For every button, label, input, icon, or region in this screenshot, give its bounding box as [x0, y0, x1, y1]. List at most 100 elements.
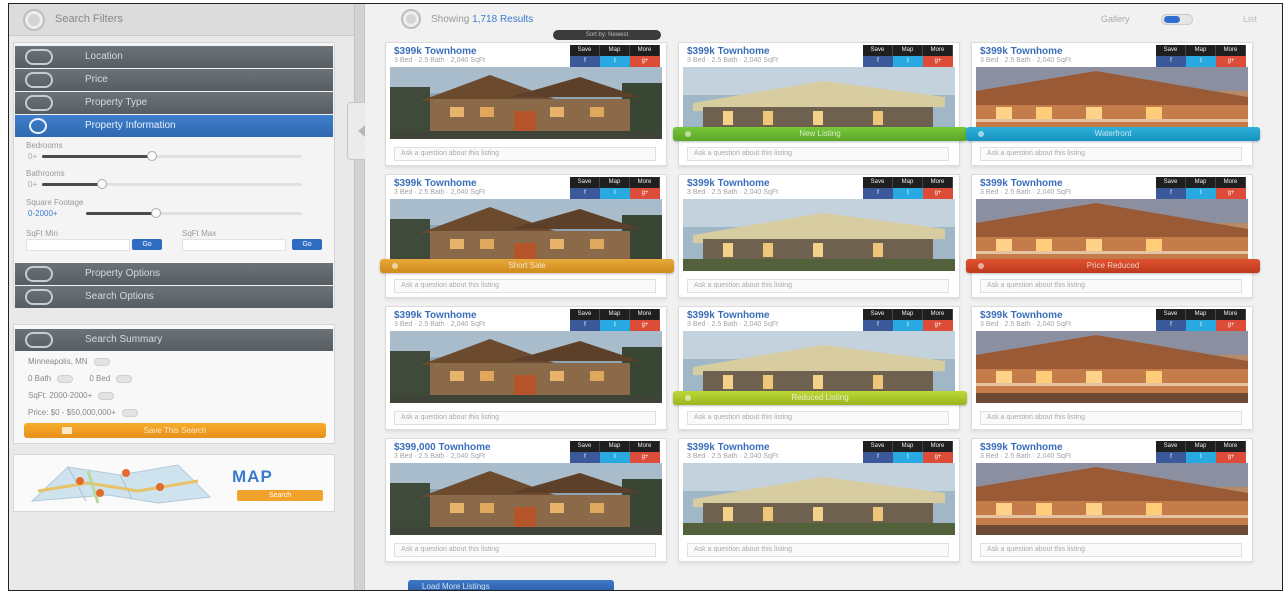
- facebook-share-icon[interactable]: f: [1156, 188, 1186, 199]
- twitter-share-icon[interactable]: t: [600, 452, 630, 463]
- ask-question-input[interactable]: Ask a question about this listing: [980, 279, 1242, 293]
- map-listing-button[interactable]: Map: [1186, 441, 1216, 452]
- save-listing-button[interactable]: Save: [863, 177, 893, 188]
- listing-title[interactable]: $399k Townhome: [980, 310, 1063, 321]
- google-share-icon[interactable]: g+: [630, 320, 660, 331]
- bedrooms-slider-handle[interactable]: [147, 151, 157, 161]
- listing-card[interactable]: $399k Townhome 3 Bed · 2.5 Bath · 2,040 S…: [678, 174, 960, 298]
- panel-splitter[interactable]: [354, 4, 365, 590]
- ask-question-input[interactable]: Ask a question about this listing: [687, 279, 949, 293]
- map-listing-button[interactable]: Map: [893, 45, 923, 56]
- load-more-button[interactable]: Load More Listings: [408, 580, 614, 590]
- remove-chip-icon[interactable]: [57, 374, 74, 383]
- twitter-share-icon[interactable]: t: [893, 56, 923, 67]
- save-listing-button[interactable]: Save: [863, 441, 893, 452]
- listing-card[interactable]: $399k Townhome 3 Bed · 2.5 Bath · 2,040 S…: [678, 438, 960, 562]
- view-mode-toggle[interactable]: [1161, 14, 1193, 25]
- listing-title[interactable]: $399k Townhome: [687, 178, 770, 189]
- listing-photo[interactable]: [683, 463, 955, 535]
- facebook-share-icon[interactable]: f: [863, 56, 893, 67]
- map-listing-button[interactable]: Map: [893, 309, 923, 320]
- bedrooms-slider[interactable]: [42, 151, 302, 161]
- map-listing-button[interactable]: Map: [600, 177, 630, 188]
- facebook-share-icon[interactable]: f: [570, 188, 600, 199]
- remove-chip-icon[interactable]: [116, 374, 133, 383]
- listing-card[interactable]: $399k Townhome 3 Bed · 2.5 Bath · 2,040 S…: [966, 42, 1260, 166]
- listing-photo[interactable]: 1047 Realty of the Lakes: [683, 199, 955, 271]
- listing-photo[interactable]: [390, 463, 662, 535]
- listing-card[interactable]: $399k Townhome 3 Bed · 2.5 Bath · 2,040 S…: [385, 306, 667, 430]
- save-listing-button[interactable]: Save: [1156, 45, 1186, 56]
- twitter-share-icon[interactable]: t: [1186, 452, 1216, 463]
- twitter-share-icon[interactable]: t: [600, 320, 630, 331]
- map-listing-button[interactable]: Map: [600, 441, 630, 452]
- more-listing-button[interactable]: More: [923, 309, 953, 320]
- ask-question-input[interactable]: Ask a question about this listing: [394, 411, 656, 425]
- facebook-share-icon[interactable]: f: [570, 452, 600, 463]
- google-share-icon[interactable]: g+: [630, 188, 660, 199]
- save-listing-button[interactable]: Save: [1156, 309, 1186, 320]
- map-search-button[interactable]: Search: [237, 490, 323, 501]
- ask-question-input[interactable]: Ask a question about this listing: [687, 147, 949, 161]
- ask-question-input[interactable]: Ask a question about this listing: [980, 543, 1242, 557]
- facebook-share-icon[interactable]: f: [570, 56, 600, 67]
- listing-title[interactable]: $399k Townhome: [687, 442, 770, 453]
- filter-property-information[interactable]: Property Information: [15, 115, 333, 137]
- map-listing-button[interactable]: Map: [893, 177, 923, 188]
- ask-question-input[interactable]: Ask a question about this listing: [687, 543, 949, 557]
- google-share-icon[interactable]: g+: [1216, 320, 1246, 331]
- listing-title[interactable]: $399,000 Townhome: [394, 442, 491, 453]
- listing-title[interactable]: $399k Townhome: [980, 442, 1063, 453]
- remove-chip-icon[interactable]: [93, 357, 110, 366]
- filter-search-options[interactable]: Search Options: [15, 286, 333, 308]
- map-listing-button[interactable]: Map: [1186, 45, 1216, 56]
- gallery-view-label[interactable]: Gallery: [1101, 14, 1130, 24]
- ask-question-input[interactable]: Ask a question about this listing: [687, 411, 949, 425]
- listing-card[interactable]: $399k Townhome 3 Bed · 2.5 Bath · 2,040 S…: [385, 42, 667, 166]
- remove-chip-icon[interactable]: [121, 408, 138, 417]
- listing-photo[interactable]: [976, 331, 1248, 403]
- sqft-min-go-button[interactable]: Go: [132, 239, 162, 250]
- list-view-label[interactable]: List: [1243, 14, 1257, 24]
- map-listing-button[interactable]: Map: [600, 45, 630, 56]
- save-listing-button[interactable]: Save: [570, 441, 600, 452]
- google-share-icon[interactable]: g+: [923, 188, 953, 199]
- twitter-share-icon[interactable]: t: [1186, 56, 1216, 67]
- google-share-icon[interactable]: g+: [630, 56, 660, 67]
- save-listing-button[interactable]: Save: [863, 45, 893, 56]
- twitter-share-icon[interactable]: t: [1186, 188, 1216, 199]
- facebook-share-icon[interactable]: f: [863, 452, 893, 463]
- save-listing-button[interactable]: Save: [1156, 177, 1186, 188]
- facebook-share-icon[interactable]: f: [863, 188, 893, 199]
- listing-title[interactable]: $399k Townhome: [980, 46, 1063, 57]
- listing-card[interactable]: $399k Townhome 3 Bed · 2.5 Bath · 2,040 S…: [380, 174, 674, 298]
- listing-title[interactable]: $399k Townhome: [687, 310, 770, 321]
- twitter-share-icon[interactable]: t: [893, 320, 923, 331]
- twitter-share-icon[interactable]: t: [600, 56, 630, 67]
- ask-question-input[interactable]: Ask a question about this listing: [980, 411, 1242, 425]
- remove-chip-icon[interactable]: [98, 391, 115, 400]
- listing-title[interactable]: $399k Townhome: [394, 46, 477, 57]
- map-listing-button[interactable]: Map: [1186, 177, 1216, 188]
- bathrooms-slider-handle[interactable]: [97, 179, 107, 189]
- twitter-share-icon[interactable]: t: [600, 188, 630, 199]
- sort-dropdown[interactable]: Sort by: Newest: [553, 30, 661, 40]
- facebook-share-icon[interactable]: f: [1156, 320, 1186, 331]
- listing-photo[interactable]: [976, 463, 1248, 535]
- google-share-icon[interactable]: g+: [923, 320, 953, 331]
- more-listing-button[interactable]: More: [1216, 441, 1246, 452]
- google-share-icon[interactable]: g+: [923, 452, 953, 463]
- ask-question-input[interactable]: Ask a question about this listing: [980, 147, 1242, 161]
- save-search-button[interactable]: Save This Search: [24, 423, 326, 438]
- listing-card[interactable]: $399k Townhome 3 Bed · 2.5 Bath · 2,040 S…: [971, 306, 1253, 430]
- more-listing-button[interactable]: More: [1216, 309, 1246, 320]
- google-share-icon[interactable]: g+: [630, 452, 660, 463]
- listing-card[interactable]: $399k Townhome 3 Bed · 2.5 Bath · 2,040 S…: [673, 306, 967, 430]
- square-footage-slider[interactable]: [86, 208, 302, 218]
- listing-card[interactable]: $399k Townhome 3 Bed · 2.5 Bath · 2,040 S…: [673, 42, 967, 166]
- google-share-icon[interactable]: g+: [1216, 452, 1246, 463]
- listing-photo[interactable]: [390, 67, 662, 139]
- listing-title[interactable]: $399k Townhome: [394, 178, 477, 189]
- more-listing-button[interactable]: More: [923, 45, 953, 56]
- twitter-share-icon[interactable]: t: [893, 452, 923, 463]
